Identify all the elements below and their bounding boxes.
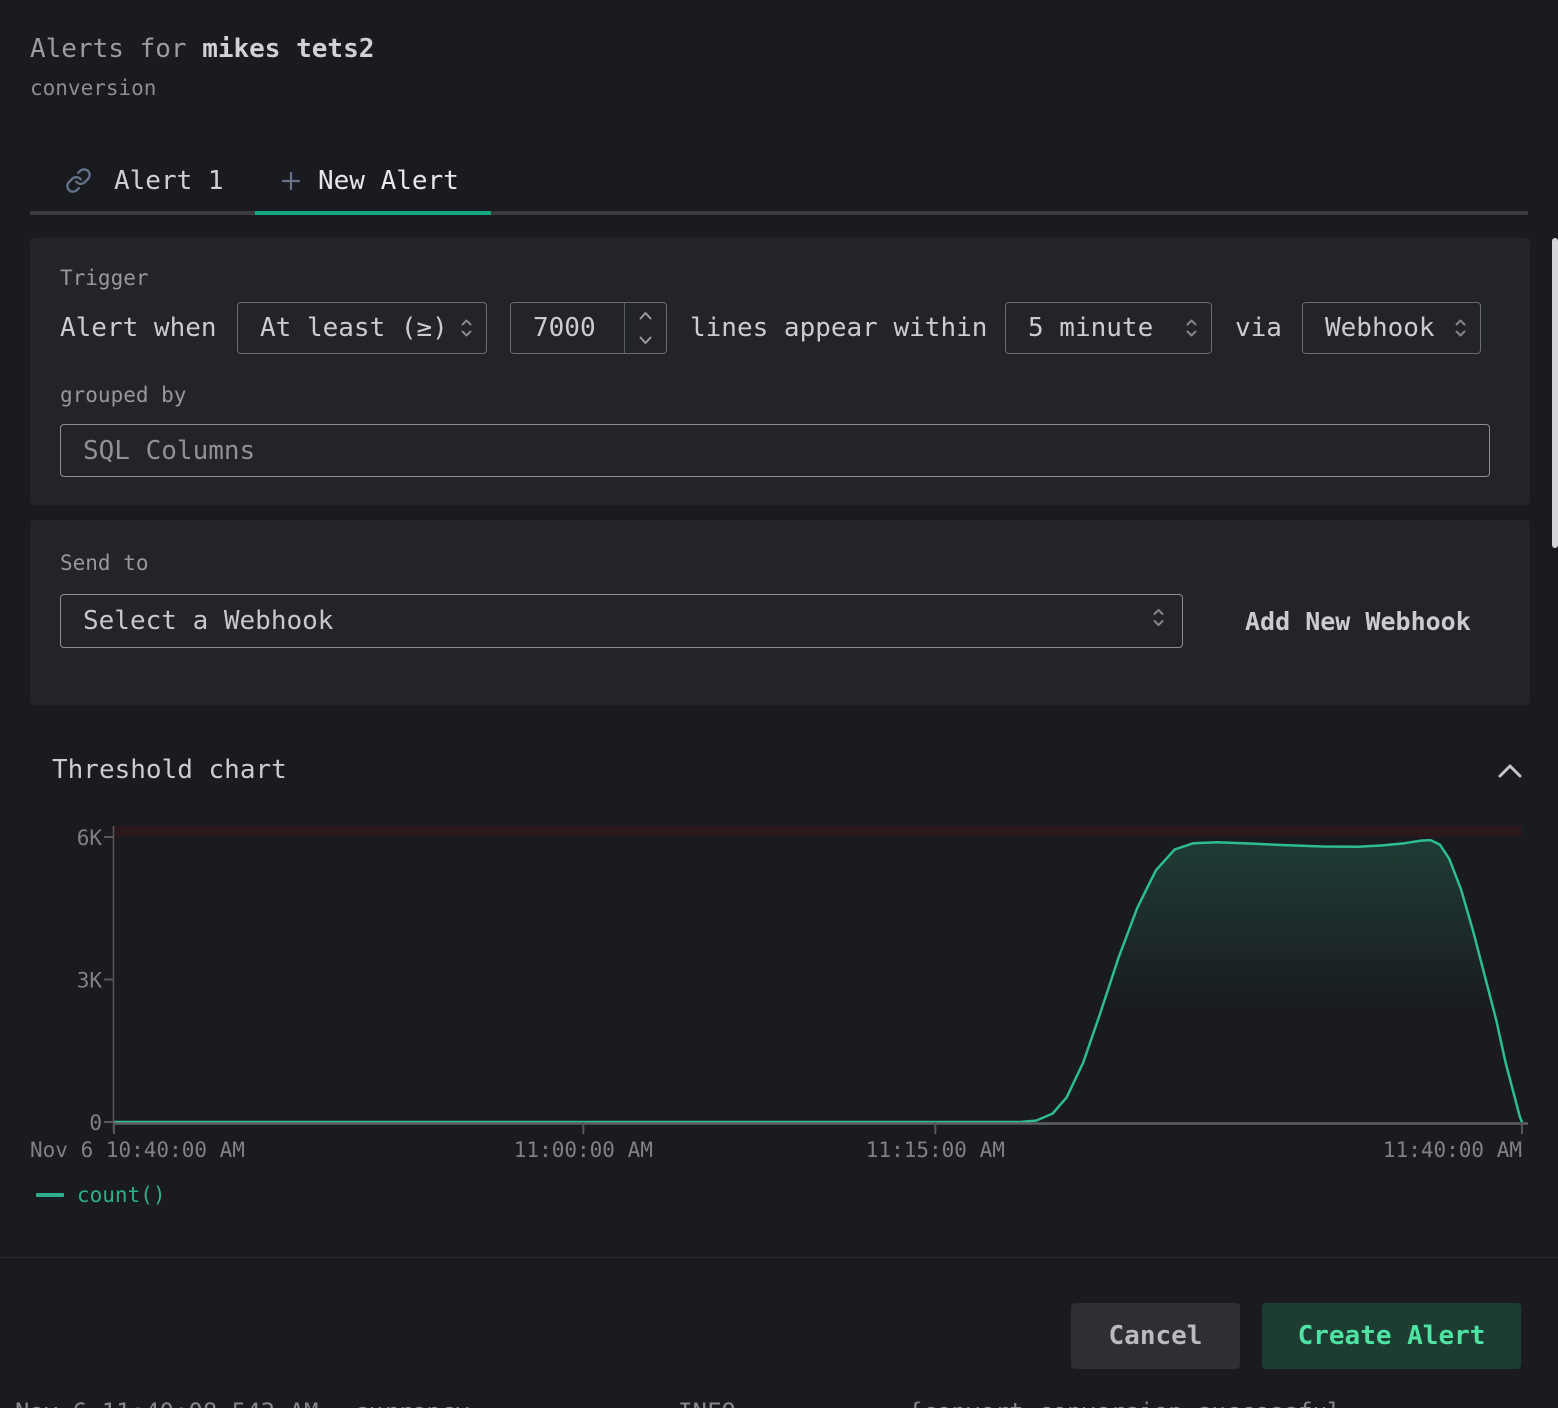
svg-text:11:40:00 AM: 11:40:00 AM	[1383, 1138, 1522, 1162]
footer-divider	[0, 1257, 1558, 1258]
legend-label: count()	[77, 1183, 166, 1207]
svg-text:11:15:00 AM: 11:15:00 AM	[866, 1138, 1005, 1162]
svg-text:Nov 6 10:40:00 AM: Nov 6 10:40:00 AM	[30, 1138, 245, 1162]
threshold-chart[interactable]: 0 3K 6K Nov 6 10:40:00 AM 11:00:00 AM 11:15:0…	[0, 0, 1558, 1408]
alert-modal: Alerts for mikes tets2 conversion Alert …	[0, 0, 1558, 1408]
background-log-row: Nov 6 11:40:08.543 AM currency INFO {con…	[0, 1394, 1558, 1408]
log-message: {convert conversion successful	[908, 1398, 1341, 1408]
legend-item-count[interactable]: count()	[36, 1183, 166, 1207]
svg-text:11:00:00 AM: 11:00:00 AM	[514, 1138, 653, 1162]
create-alert-button[interactable]: Create Alert	[1262, 1303, 1521, 1369]
svg-text:3K: 3K	[77, 969, 103, 993]
cancel-button[interactable]: Cancel	[1071, 1303, 1240, 1369]
svg-text:6K: 6K	[77, 826, 103, 850]
log-service: currency	[354, 1398, 470, 1408]
scrollbar-thumb[interactable]	[1552, 238, 1558, 548]
legend-swatch	[36, 1193, 64, 1197]
svg-text:0: 0	[89, 1111, 102, 1135]
log-level: INFO	[678, 1398, 736, 1408]
log-timestamp: Nov 6 11:40:08.543 AM	[15, 1398, 318, 1408]
